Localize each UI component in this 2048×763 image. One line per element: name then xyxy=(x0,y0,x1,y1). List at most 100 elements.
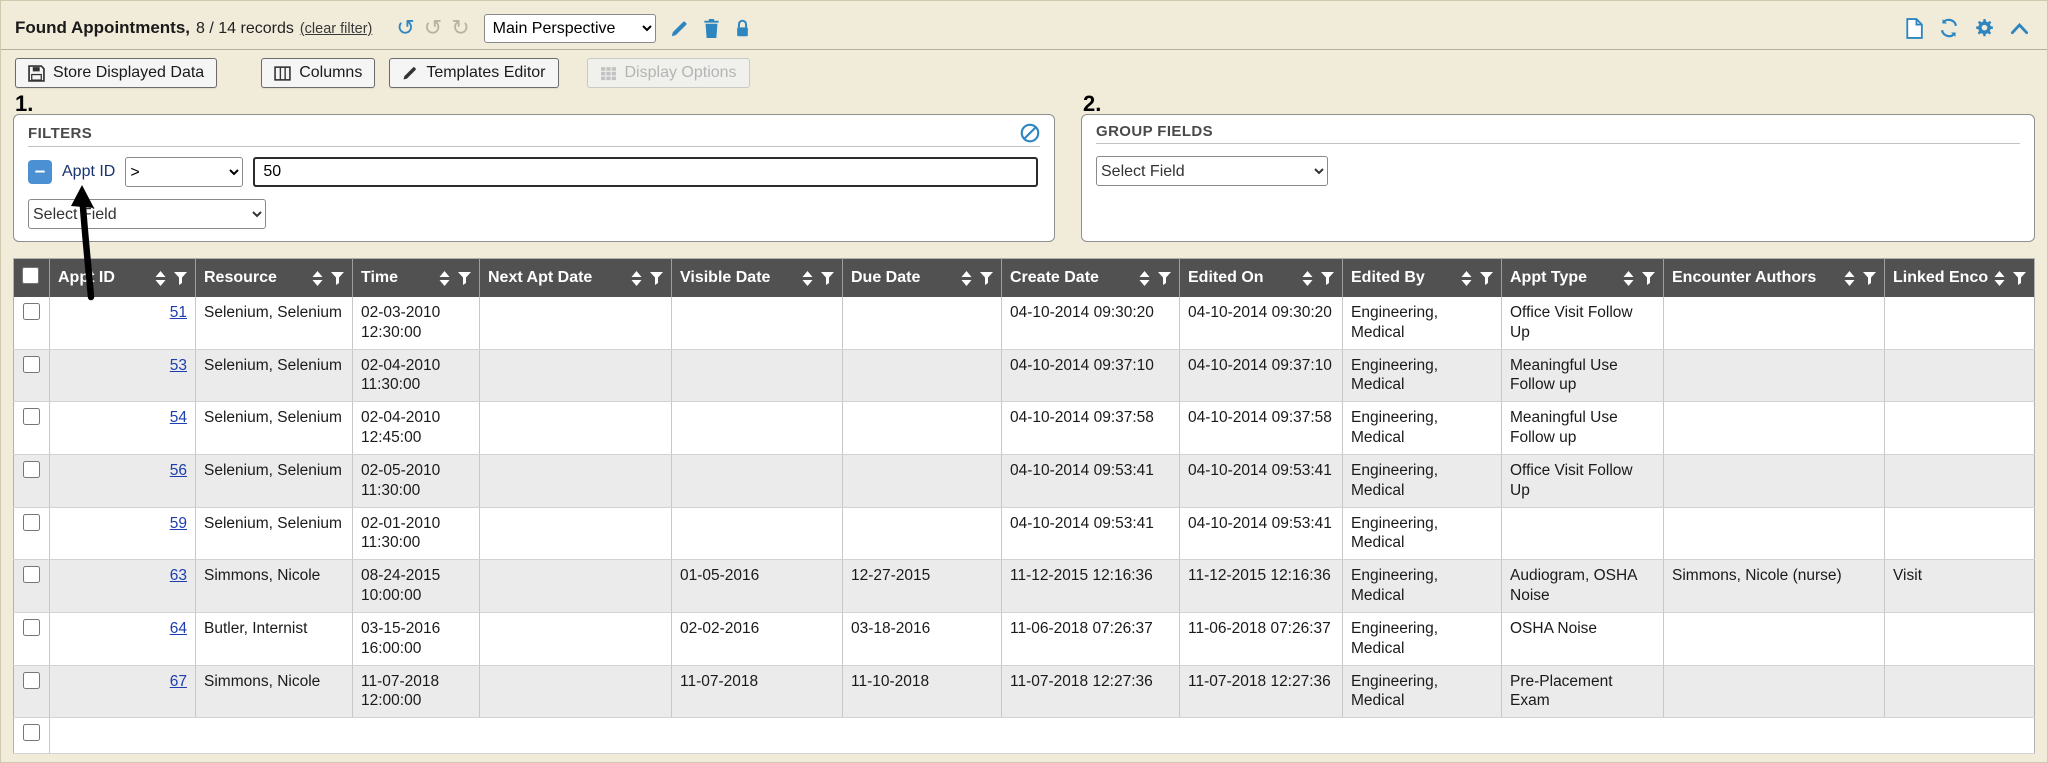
sort-icon[interactable] xyxy=(631,271,642,286)
row-select-cell xyxy=(14,454,50,507)
appt-id-link[interactable]: 56 xyxy=(170,462,187,479)
column-label: Linked Encounters xyxy=(1893,269,1988,287)
store-displayed-data-button[interactable]: Store Displayed Data xyxy=(15,58,217,88)
column-header-time[interactable]: Time xyxy=(353,259,480,298)
clear-filters-block-icon[interactable] xyxy=(1020,123,1040,143)
column-header-visible-date[interactable]: Visible Date xyxy=(672,259,843,298)
cell-next-apt-date xyxy=(480,560,672,613)
sort-icon[interactable] xyxy=(961,271,972,286)
cell-edited-by: Engineering, Medical xyxy=(1343,560,1502,613)
cell-resource: Selenium, Selenium xyxy=(196,349,353,402)
collapse-chevron-icon[interactable] xyxy=(2010,22,2029,35)
settings-gear-icon[interactable] xyxy=(1974,18,1995,39)
sort-icon[interactable] xyxy=(312,271,323,286)
sort-icon[interactable] xyxy=(1994,271,2005,286)
columns-button[interactable]: Columns xyxy=(261,58,375,88)
sort-icon[interactable] xyxy=(1461,271,1472,286)
row-checkbox[interactable] xyxy=(23,566,40,583)
column-header-edited-on[interactable]: Edited On xyxy=(1180,259,1343,298)
group-field-select[interactable]: Select Field xyxy=(1096,156,1328,186)
column-header-appt-type[interactable]: Appt Type xyxy=(1502,259,1664,298)
lock-icon[interactable] xyxy=(734,19,751,38)
column-filter-icon[interactable] xyxy=(980,272,993,285)
table-row: 64Butler, Internist03-15-2016 16:00:0002… xyxy=(14,612,2035,665)
sort-icon[interactable] xyxy=(802,271,813,286)
remove-filter-button[interactable]: – xyxy=(28,160,52,184)
row-checkbox[interactable] xyxy=(23,303,40,320)
column-filter-icon[interactable] xyxy=(174,272,187,285)
row-checkbox[interactable] xyxy=(23,356,40,373)
row-checkbox[interactable] xyxy=(23,619,40,636)
cell-due-date xyxy=(843,402,1002,455)
column-filter-icon[interactable] xyxy=(1642,272,1655,285)
appt-id-link[interactable]: 51 xyxy=(170,304,187,321)
appt-id-link[interactable]: 59 xyxy=(170,515,187,532)
column-label: Time xyxy=(361,269,433,287)
column-filter-icon[interactable] xyxy=(1158,272,1171,285)
column-filter-icon[interactable] xyxy=(821,272,834,285)
cell-edited-on: 11-12-2015 12:16:36 xyxy=(1180,560,1343,613)
column-header-due-date[interactable]: Due Date xyxy=(843,259,1002,298)
row-checkbox[interactable] xyxy=(23,408,40,425)
column-header-resource[interactable]: Resource xyxy=(196,259,353,298)
perspective-select[interactable]: Main Perspective xyxy=(484,14,656,43)
appt-id-link[interactable]: 53 xyxy=(170,357,187,374)
sort-icon[interactable] xyxy=(1302,271,1313,286)
column-filter-icon[interactable] xyxy=(2013,272,2026,285)
row-checkbox[interactable] xyxy=(23,461,40,478)
cell-edited-on: 04-10-2014 09:53:41 xyxy=(1180,507,1343,560)
column-header-edited-by[interactable]: Edited By xyxy=(1343,259,1502,298)
appt-id-link[interactable]: 67 xyxy=(170,673,187,690)
filter-operator-select[interactable]: > xyxy=(125,157,243,187)
row-checkbox[interactable] xyxy=(23,724,40,741)
column-header-linked-encounters[interactable]: Linked Encounters xyxy=(1885,259,2035,298)
column-header-appt-id[interactable]: Appt ID xyxy=(50,259,196,298)
display-options-label: Display Options xyxy=(625,64,737,82)
cell-appt-id: 54 xyxy=(50,402,196,455)
cell-next-apt-date xyxy=(480,665,672,718)
refresh-icon[interactable] xyxy=(1939,18,1959,38)
sort-icon[interactable] xyxy=(1844,271,1855,286)
appt-id-link[interactable]: 64 xyxy=(170,620,187,637)
filter-add-field-select[interactable]: Select Field xyxy=(28,199,266,229)
delete-trash-icon[interactable] xyxy=(703,19,720,38)
column-filter-icon[interactable] xyxy=(458,272,471,285)
cell-time: 02-01-2010 11:30:00 xyxy=(353,507,480,560)
new-document-icon[interactable] xyxy=(1905,18,1924,39)
column-filter-icon[interactable] xyxy=(1321,272,1334,285)
cell-encounter-authors: Simmons, Nicole (nurse) xyxy=(1664,560,1885,613)
templates-editor-button[interactable]: Templates Editor xyxy=(389,58,558,88)
column-header-create-date[interactable]: Create Date xyxy=(1002,259,1180,298)
column-header-encounter-authors[interactable]: Encounter Authors xyxy=(1664,259,1885,298)
edit-pencil-icon[interactable] xyxy=(670,19,689,38)
column-filter-icon[interactable] xyxy=(1480,272,1493,285)
column-filter-icon[interactable] xyxy=(331,272,344,285)
cell-encounter-authors xyxy=(1664,402,1885,455)
cell-encounter-authors xyxy=(1664,297,1885,349)
appt-id-link[interactable]: 54 xyxy=(170,409,187,426)
table-row: 63Simmons, Nicole08-24-2015 10:00:0001-0… xyxy=(14,560,2035,613)
sort-icon[interactable] xyxy=(439,271,450,286)
row-checkbox[interactable] xyxy=(23,514,40,531)
page-title: Found Appointments, 8 / 14 records (clea… xyxy=(13,18,372,38)
column-filter-icon[interactable] xyxy=(650,272,663,285)
clear-filter-link[interactable]: (clear filter) xyxy=(300,21,373,37)
sort-icon[interactable] xyxy=(1139,271,1150,286)
sort-icon[interactable] xyxy=(155,271,166,286)
row-checkbox[interactable] xyxy=(23,672,40,689)
column-label: Create Date xyxy=(1010,269,1133,287)
column-label: Due Date xyxy=(851,269,955,287)
cell-time: 02-05-2010 11:30:00 xyxy=(353,454,480,507)
cell-time: 02-04-2010 12:45:00 xyxy=(353,402,480,455)
appt-id-link[interactable]: 63 xyxy=(170,567,187,584)
row-select-cell xyxy=(14,507,50,560)
cell-linked-encounters xyxy=(1885,297,2035,349)
column-label: Appt Type xyxy=(1510,269,1617,287)
undo-icon[interactable]: ↺ xyxy=(396,17,414,39)
select-all-checkbox[interactable] xyxy=(22,267,39,284)
column-header-next-apt-date[interactable]: Next Apt Date xyxy=(480,259,672,298)
cell-due-date xyxy=(843,454,1002,507)
sort-icon[interactable] xyxy=(1623,271,1634,286)
filter-value-input[interactable] xyxy=(253,157,1038,187)
column-filter-icon[interactable] xyxy=(1863,272,1876,285)
